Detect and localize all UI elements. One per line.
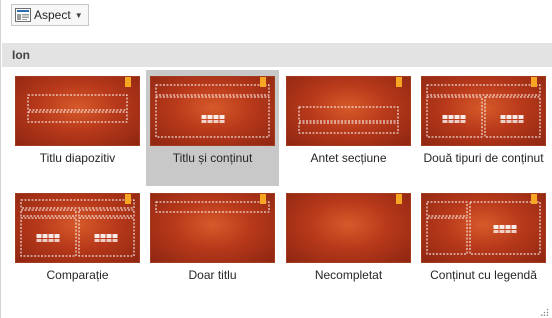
layout-tile-two-content[interactable]: Două tipuri de conținut [417,70,550,186]
layout-icon [15,8,31,22]
accent-mark [396,77,402,87]
chevron-down-icon: ▼ [74,10,83,20]
placeholder-outline [287,194,410,262]
aspect-label: Aspect [34,8,71,22]
layout-label: Comparație [46,268,109,282]
layout-tile-content-caption[interactable]: Conținut cu legendă [417,187,550,303]
layout-thumbnail [286,193,411,263]
placeholder-outline [426,84,541,138]
placeholder-outline [155,201,270,213]
layout-label: Necompletat [314,268,383,282]
placeholder-outline [27,94,128,123]
layout-gallery: Aspect ▼ Ion Titlu diapozitiv Titlu și co… [0,0,552,318]
layout-tile-title-content[interactable]: Titlu și conținut [146,70,279,186]
layout-label: Titlu și conținut [172,151,253,165]
resize-grip-icon[interactable] [541,308,549,316]
layout-thumbnail [421,193,546,263]
placeholder-outline [298,106,399,134]
layout-thumbnail [15,193,140,263]
accent-mark [396,194,402,204]
accent-mark [125,194,131,204]
layout-label: Doar titlu [188,268,237,282]
accent-mark [260,77,266,87]
section-title: Ion [2,43,552,67]
layout-thumbnail [421,76,546,146]
layout-tile-section-header[interactable]: Antet secțiune [282,70,415,186]
layout-thumbnail [15,76,140,146]
layout-label: Antet secțiune [310,151,387,165]
layout-tile-title[interactable]: Titlu diapozitiv [11,70,144,186]
layout-tile-comparison[interactable]: Comparație [11,187,144,303]
accent-mark [260,194,266,204]
accent-mark [531,194,537,204]
placeholder-outline [426,201,541,255]
layout-label: Conținut cu legendă [430,268,537,282]
layout-label: Două tipuri de conținut [423,151,544,165]
layout-tile-title-only[interactable]: Doar titlu [146,187,279,303]
placeholder-outline [155,84,270,138]
accent-mark [531,77,537,87]
aspect-dropdown-button[interactable]: Aspect ▼ [11,4,89,26]
layout-tile-blank[interactable]: Necompletat [282,187,415,303]
layout-thumbnail [150,193,275,263]
layout-thumbnail [286,76,411,146]
layout-label: Titlu diapozitiv [39,151,116,165]
placeholder-outline [20,199,135,257]
layout-thumbnail [150,76,275,146]
accent-mark [125,77,131,87]
